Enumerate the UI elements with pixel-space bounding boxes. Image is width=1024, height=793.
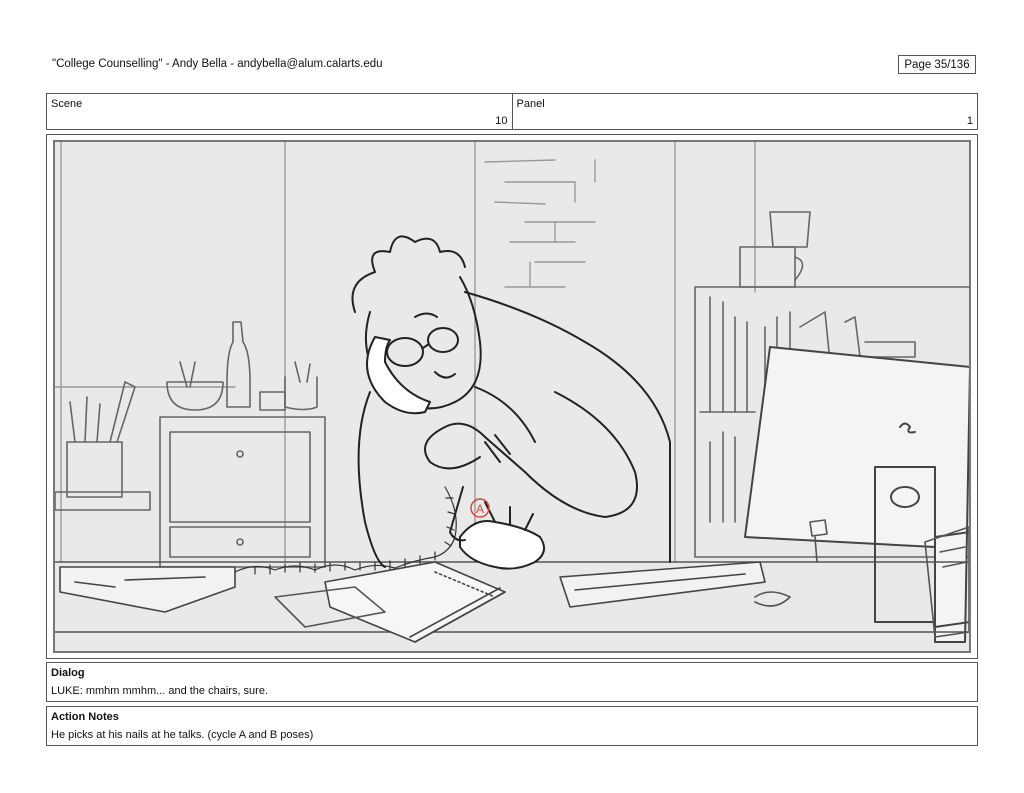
action-notes-text: He picks at his nails at he talks. (cycl… <box>51 729 314 741</box>
panel-number: 1 <box>966 115 973 127</box>
notebook <box>324 561 506 643</box>
mug <box>739 211 811 288</box>
computer-monitor <box>744 346 969 643</box>
dialog-text: LUKE: mmhm mmhm... and the chairs, sure. <box>51 685 269 697</box>
storyboard-panel: A <box>46 134 978 659</box>
sketch-drawing: A <box>55 142 969 643</box>
phone-cord <box>234 486 457 575</box>
storyboard-sketch: A <box>53 140 971 653</box>
pose-marker-letter: A <box>476 502 484 516</box>
scene-label: Scene <box>51 98 83 110</box>
action-notes-box: Action Notes He picks at his nails at he… <box>46 706 978 746</box>
page-number: Page 35/136 <box>898 55 976 74</box>
scene-cell: Scene 10 <box>47 94 512 129</box>
scene-number: 10 <box>495 115 508 127</box>
panel-label: Panel <box>516 98 545 110</box>
dialog-title: Dialog <box>51 667 85 679</box>
panel-cell: Panel 1 <box>511 94 978 129</box>
cabinet-items <box>166 321 318 411</box>
keyboard-left <box>59 566 236 613</box>
pen-cup <box>55 381 151 511</box>
dialog-box: Dialog LUKE: mmhm mmhm... and the chairs… <box>46 662 978 702</box>
character-luke <box>351 235 671 570</box>
scene-panel-row: Scene 10 Panel 1 <box>46 93 978 130</box>
drawer-cabinet <box>159 416 326 568</box>
keyboard-right <box>559 561 766 608</box>
document-header: "College Counselling" - Andy Bella - and… <box>52 58 383 70</box>
action-notes-title: Action Notes <box>51 711 119 723</box>
